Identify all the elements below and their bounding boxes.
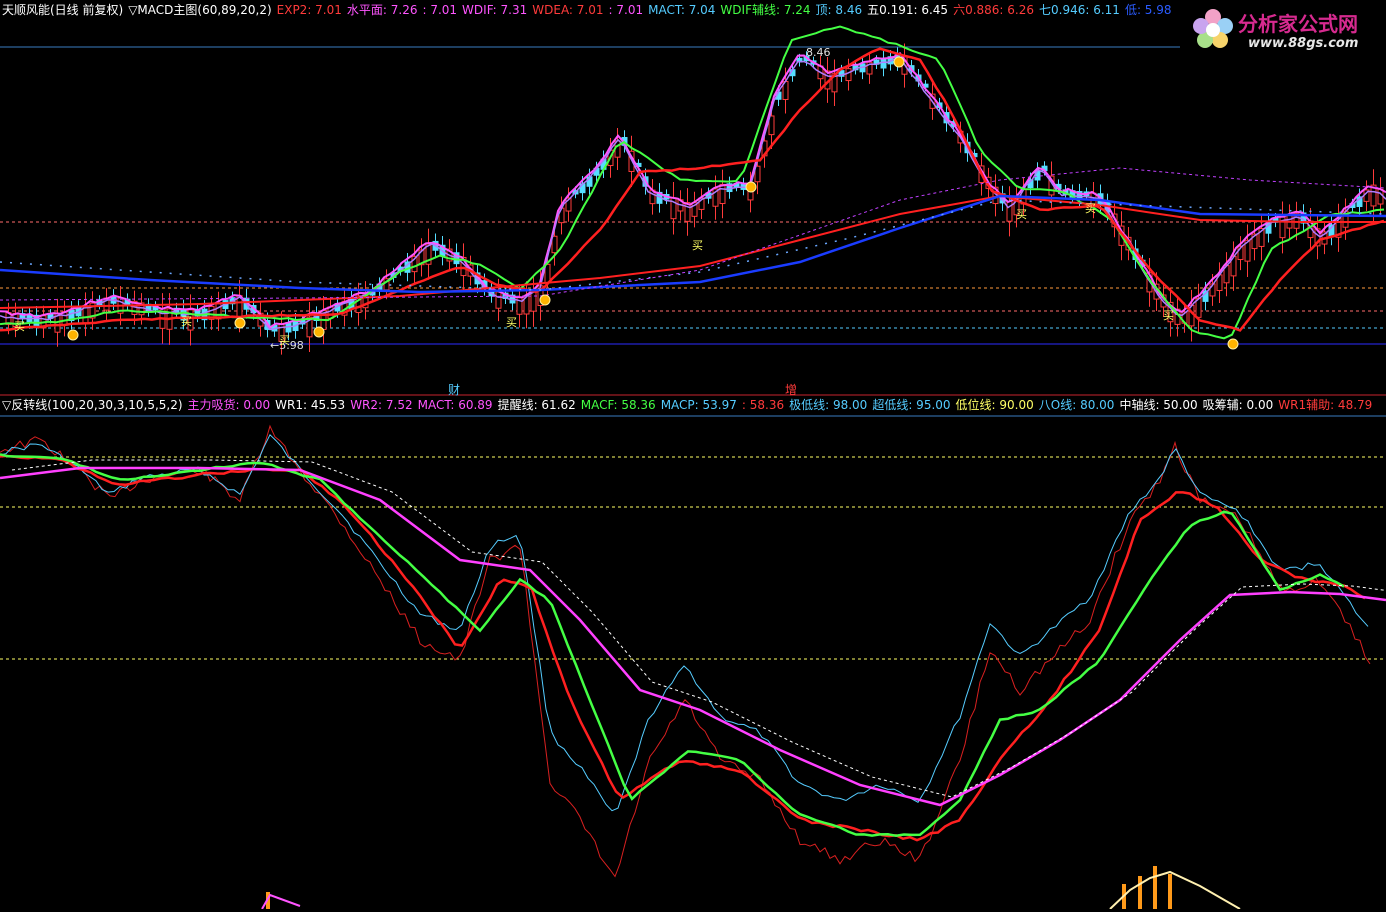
macf-line [0, 453, 1345, 837]
main-indicator-value: 水平面: 7.26 [346, 3, 418, 17]
gold-coin-icon [745, 181, 757, 193]
sub-indicator-value: 极低线: 98.00 [789, 398, 868, 412]
sub-indicator-value: 吸筹辅: 0.00 [1202, 398, 1274, 412]
wdea-line [0, 56, 1386, 331]
candle-up [1006, 200, 1013, 222]
buy-marker: 买 [14, 320, 25, 333]
mact-line [0, 454, 1366, 842]
buy-marker: 买 [506, 316, 517, 329]
buy-marker: 买 [1085, 202, 1096, 215]
sub-indicator-value: 八O线: 80.00 [1038, 398, 1115, 412]
sub-indicator-value: 超低线: 95.00 [872, 398, 951, 412]
accumulation-bar [1138, 876, 1142, 909]
main-indicator-name[interactable]: ▽MACD主图(60,89,20,2) [128, 3, 271, 17]
candle-up [495, 291, 502, 309]
sub-indicator-value: : 58.36 [741, 398, 785, 412]
peak-price-label: 8.46 [806, 46, 831, 59]
accumulation-bar [1153, 866, 1157, 909]
macp-signal-line [0, 466, 1386, 807]
sub-chart-header: ▽反转线(100,20,30,3,10,5,5,2) 主力吸货: 0.00 WR1:… [2, 398, 1382, 412]
main-indicator-value: 顶: 8.46 [815, 3, 863, 17]
gold-coin-icon [234, 317, 246, 329]
buy-marker: 买 [1016, 208, 1027, 221]
sub-indicator-value: WR1: 45.53 [275, 398, 346, 412]
main-indicator-value: : 7.01 [422, 3, 458, 17]
main-indicator-value: 低: 5.98 [1124, 3, 1172, 17]
sub-indicator-value: WR2: 7.52 [350, 398, 413, 412]
sub-indicator-value: 主力吸货: 0.00 [187, 398, 271, 412]
site-logo: 分析家公式网 www.88gs.com [1188, 4, 1380, 54]
candle-up [719, 183, 726, 205]
main-indicator-value: 六0.886: 6.26 [953, 3, 1034, 17]
candle-up [558, 207, 565, 224]
stock-title: 天顺风能(日线 前复权) [2, 3, 124, 17]
upper-band-line [0, 167, 1386, 301]
buy-marker: 买 [279, 334, 290, 347]
main-chart-header: 天顺风能(日线 前复权) ▽MACD主图(60,89,20,2) EXP2: 7.0… [2, 3, 1182, 17]
chart-canvas[interactable] [0, 0, 1386, 910]
main-indicator-values: EXP2: 7.01 水平面: 7.26 : 7.01 WDIF: 7.31 WDEA:… [277, 3, 1177, 17]
reminder-line [11, 459, 1386, 798]
logo-url: www.88gs.com [1248, 36, 1359, 51]
x-marker-cai: 财 [448, 383, 461, 397]
buy-marker: 买 [1163, 309, 1174, 322]
candle-up [1377, 188, 1384, 205]
gold-coin-icon [893, 56, 905, 68]
flower-logo-icon [1193, 9, 1233, 48]
gold-coin-icon [539, 294, 551, 306]
chart-window[interactable]: 天顺风能(日线 前复权) ▽MACD主图(60,89,20,2) EXP2: 7.0… [0, 0, 1386, 910]
logo-title: 分析家公式网 [1238, 12, 1358, 36]
gold-coin-icon [67, 329, 79, 341]
x-marker-zeng: 增 [785, 383, 798, 397]
sub-indicator-value: 中轴线: 50.00 [1119, 398, 1198, 412]
main-indicator-value: MACT: 7.04 [648, 3, 716, 17]
main-indicator-value: WDEA: 7.01 [532, 3, 604, 17]
wdif-aux-line [0, 25, 1385, 340]
main-indicator-value: WDIF辅线: 7.24 [720, 3, 811, 17]
buy-marker: 买 [692, 239, 703, 252]
wr2-line [0, 424, 1371, 878]
gold-coin-icon [1227, 338, 1239, 350]
sub-indicator-value: MACP: 53.97 [660, 398, 737, 412]
main-indicator-value: WDIF: 7.31 [462, 3, 528, 17]
sub-indicator-value: MACT: 60.89 [417, 398, 493, 412]
gold-coin-icon [313, 326, 325, 338]
sub-indicator-value: 提醒线: 61.62 [497, 398, 576, 412]
main-indicator-value: 五0.191: 6.45 [867, 3, 949, 17]
sub-indicator-value: WR1辅助: 48.79 [1278, 398, 1373, 412]
main-indicator-value: 七0.946: 6.11 [1039, 3, 1120, 17]
accumulation-bar [1168, 874, 1172, 909]
main-indicator-value: EXP2: 7.01 [276, 3, 342, 17]
buy-marker: 买 [181, 315, 192, 328]
sub-indicator-value: MACF: 58.36 [580, 398, 656, 412]
candle-down [880, 58, 887, 69]
sub-indicator-values: 主力吸货: 0.00 WR1: 45.53 WR2: 7.52 MACT: 60.89… [188, 398, 1378, 412]
sub-indicator-value: 低位线: 90.00 [955, 398, 1034, 412]
candle-up [845, 68, 852, 82]
accumulation-line [1109, 870, 1241, 910]
sub-indicator-name[interactable]: ▽反转线(100,20,30,3,10,5,5,2) [2, 398, 183, 412]
main-indicator-value: : 7.01 [608, 3, 644, 17]
wdif-line [0, 51, 1386, 329]
